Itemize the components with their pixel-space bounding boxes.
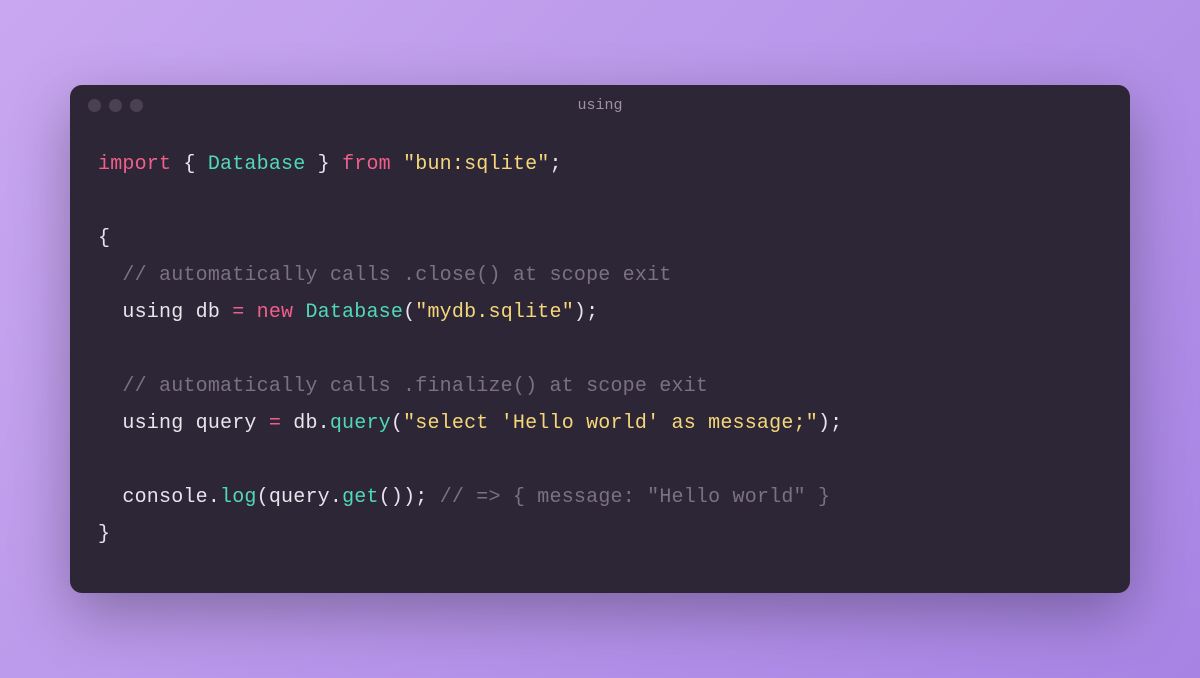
maximize-icon[interactable] bbox=[130, 99, 143, 112]
token-ident: console bbox=[122, 486, 207, 509]
token-indent bbox=[98, 375, 122, 398]
token-class: Database bbox=[305, 301, 403, 324]
code-line: using query = db.query("select 'Hello wo… bbox=[98, 405, 1102, 442]
token-punct: . bbox=[318, 412, 330, 435]
token-var: query bbox=[196, 412, 257, 435]
token-keyword: from bbox=[342, 153, 391, 176]
token-op: = bbox=[269, 412, 281, 435]
token-punct: ; bbox=[550, 153, 562, 176]
token-punct: ; bbox=[415, 486, 427, 509]
token-keyword: import bbox=[98, 153, 171, 176]
token-indent bbox=[98, 264, 122, 287]
token-paren: ( bbox=[391, 412, 403, 435]
token-method: query bbox=[330, 412, 391, 435]
token-paren: ) bbox=[818, 412, 830, 435]
token-comment: // automatically calls .finalize() at sc… bbox=[122, 375, 708, 398]
code-line: console.log(query.get()); // => { messag… bbox=[98, 479, 1102, 516]
token-punct: . bbox=[208, 486, 220, 509]
code-line-blank bbox=[98, 331, 1102, 368]
token-keyword: using bbox=[122, 301, 183, 324]
token-space bbox=[183, 301, 195, 324]
token-brace: { bbox=[171, 153, 208, 176]
token-indent bbox=[98, 301, 122, 324]
code-area[interactable]: import { Database } from "bun:sqlite"; {… bbox=[70, 126, 1130, 593]
token-string: "mydb.sqlite" bbox=[415, 301, 574, 324]
token-space bbox=[244, 301, 256, 324]
code-line: // automatically calls .close() at scope… bbox=[98, 257, 1102, 294]
token-paren: ) bbox=[391, 486, 403, 509]
token-method: log bbox=[220, 486, 257, 509]
token-keyword: new bbox=[257, 301, 294, 324]
token-class: Database bbox=[208, 153, 306, 176]
editor-window: using import { Database } from "bun:sqli… bbox=[70, 85, 1130, 593]
token-ident: query bbox=[269, 486, 330, 509]
token-paren: ) bbox=[574, 301, 586, 324]
token-ident: db bbox=[293, 412, 317, 435]
token-space bbox=[257, 412, 269, 435]
token-space bbox=[281, 412, 293, 435]
token-space bbox=[391, 153, 403, 176]
token-punct: ; bbox=[830, 412, 842, 435]
code-line: { bbox=[98, 220, 1102, 257]
token-keyword: using bbox=[122, 412, 183, 435]
token-string: "bun:sqlite" bbox=[403, 153, 549, 176]
token-paren: ( bbox=[379, 486, 391, 509]
code-line: import { Database } from "bun:sqlite"; bbox=[98, 146, 1102, 183]
token-comment: // automatically calls .close() at scope… bbox=[122, 264, 671, 287]
close-icon[interactable] bbox=[88, 99, 101, 112]
code-line-blank bbox=[98, 442, 1102, 479]
token-space bbox=[220, 301, 232, 324]
token-paren: ) bbox=[403, 486, 415, 509]
title-bar: using bbox=[70, 85, 1130, 126]
token-space bbox=[293, 301, 305, 324]
token-brace: { bbox=[98, 227, 110, 250]
token-var: db bbox=[196, 301, 220, 324]
token-brace: } bbox=[98, 523, 110, 546]
code-line: using db = new Database("mydb.sqlite"); bbox=[98, 294, 1102, 331]
token-space bbox=[427, 486, 439, 509]
code-line-blank bbox=[98, 183, 1102, 220]
token-space bbox=[183, 412, 195, 435]
token-punct: . bbox=[330, 486, 342, 509]
token-indent bbox=[98, 412, 122, 435]
code-line: } bbox=[98, 516, 1102, 553]
window-title: using bbox=[577, 97, 622, 114]
token-op: = bbox=[232, 301, 244, 324]
token-brace: } bbox=[305, 153, 342, 176]
traffic-lights bbox=[88, 99, 143, 112]
token-comment: // => { message: "Hello world" } bbox=[440, 486, 830, 509]
minimize-icon[interactable] bbox=[109, 99, 122, 112]
token-punct: ; bbox=[586, 301, 598, 324]
token-string: "select 'Hello world' as message;" bbox=[403, 412, 818, 435]
token-indent bbox=[98, 486, 122, 509]
token-method: get bbox=[342, 486, 379, 509]
token-paren: ( bbox=[257, 486, 269, 509]
code-line: // automatically calls .finalize() at sc… bbox=[98, 368, 1102, 405]
token-paren: ( bbox=[403, 301, 415, 324]
